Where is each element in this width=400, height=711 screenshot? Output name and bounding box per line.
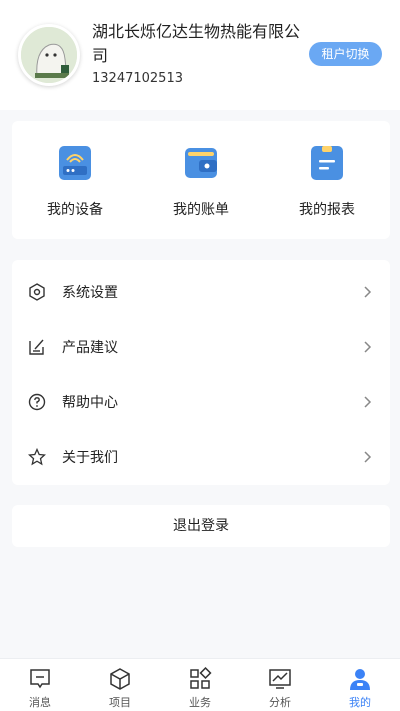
- tab-analysis[interactable]: 分析: [240, 659, 320, 711]
- wallet-icon: [185, 148, 217, 178]
- my-bills-button[interactable]: 我的账单: [138, 121, 264, 239]
- menu-item-label: 产品建议: [62, 340, 118, 356]
- chevron-right-icon: [364, 341, 372, 353]
- menu-item-product-suggestions[interactable]: 产品建议: [12, 319, 390, 374]
- tab-mine[interactable]: 我的: [320, 659, 400, 711]
- settings-menu: 系统设置 产品建议 帮助中心 关于我们: [12, 260, 390, 485]
- chevron-right-icon: [364, 286, 372, 298]
- my-reports-button[interactable]: 我的报表: [264, 121, 390, 239]
- my-devices-label: 我的设备: [47, 202, 103, 218]
- star-icon: [28, 448, 46, 466]
- chevron-right-icon: [364, 451, 372, 463]
- apps-icon: [190, 667, 212, 689]
- menu-item-system-settings[interactable]: 系统设置: [12, 264, 390, 319]
- tab-projects[interactable]: 项目: [80, 659, 160, 711]
- menu-item-help-center[interactable]: 帮助中心: [12, 374, 390, 429]
- help-icon: [28, 393, 46, 411]
- tab-label: 分析: [269, 696, 291, 709]
- menu-item-label: 关于我们: [62, 450, 118, 466]
- message-icon: [30, 669, 50, 689]
- tab-label: 业务: [189, 696, 211, 709]
- edit-icon: [29, 339, 44, 355]
- report-icon: [311, 146, 343, 180]
- menu-item-label: 帮助中心: [62, 395, 118, 411]
- company-name: 湖北长烁亿达生物热能有限公 司: [92, 20, 302, 68]
- tab-label: 项目: [109, 696, 131, 709]
- tab-messages[interactable]: 消息: [0, 659, 80, 711]
- device-icon: [59, 146, 91, 180]
- phone-number: 13247102513: [92, 71, 183, 86]
- chart-icon: [269, 669, 291, 689]
- menu-item-about-us[interactable]: 关于我们: [12, 429, 390, 484]
- tab-label: 消息: [29, 696, 51, 709]
- chevron-right-icon: [364, 396, 372, 408]
- box-icon: [110, 668, 130, 690]
- settings-icon: [29, 283, 45, 301]
- my-bills-label: 我的账单: [173, 202, 229, 218]
- logout-button[interactable]: 退出登录: [12, 505, 390, 547]
- tab-business[interactable]: 业务: [160, 659, 240, 711]
- user-icon: [350, 669, 370, 690]
- company-name-line2: 司: [92, 46, 109, 65]
- avatar[interactable]: [18, 24, 80, 86]
- tab-label: 我的: [349, 696, 371, 709]
- my-devices-button[interactable]: 我的设备: [12, 121, 138, 239]
- profile-header: 湖北长烁亿达生物热能有限公 司 13247102513 租户切换: [0, 0, 400, 110]
- tenant-switch-button[interactable]: 租户切换: [309, 42, 382, 66]
- bottom-tab-bar: 消息 项目 业务 分析 我的: [0, 658, 400, 711]
- menu-item-label: 系统设置: [62, 285, 118, 301]
- my-reports-label: 我的报表: [299, 202, 355, 218]
- company-name-line1: 湖北长烁亿达生物热能有限公: [92, 22, 301, 41]
- quick-actions-card: 我的设备 我的账单 我的报表: [12, 121, 390, 239]
